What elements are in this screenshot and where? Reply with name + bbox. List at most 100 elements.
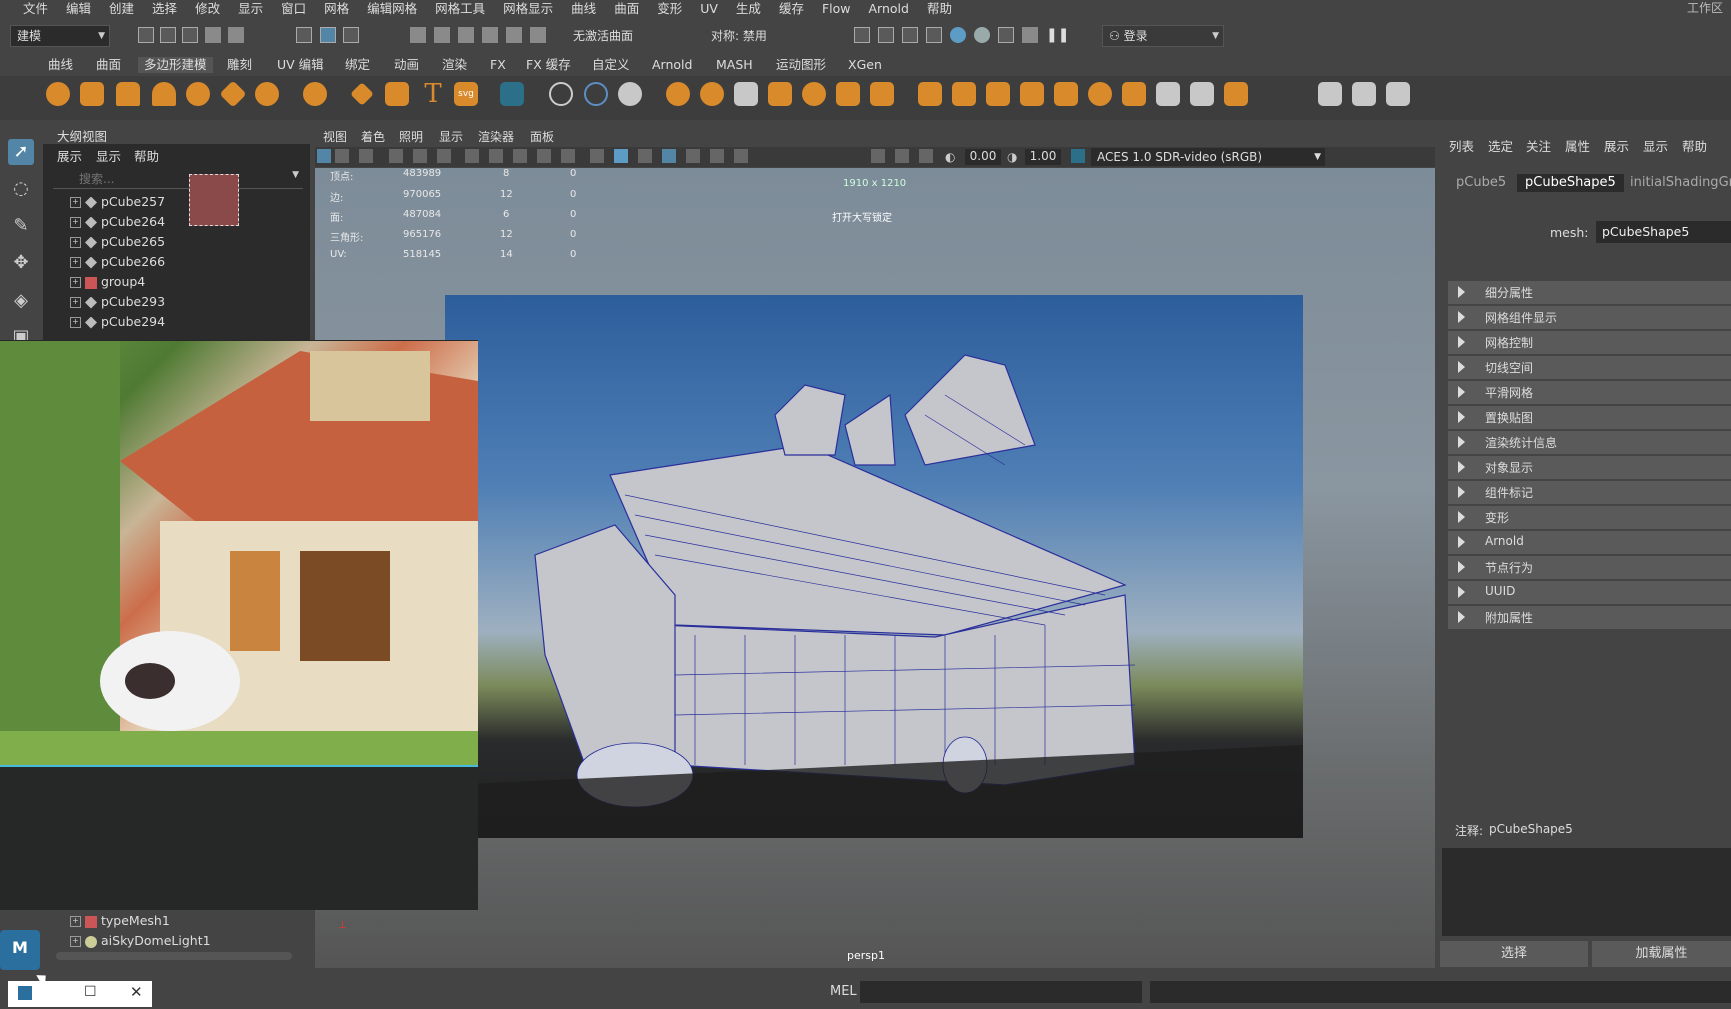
wedge-icon[interactable] bbox=[1224, 82, 1248, 106]
insert-loop-icon[interactable] bbox=[1088, 82, 1112, 106]
menu-curves[interactable]: 曲线 bbox=[562, 0, 605, 18]
outliner-item[interactable]: + typeMesh1 bbox=[70, 912, 170, 930]
move-tool-icon[interactable]: ✥ bbox=[8, 250, 34, 276]
mirror-icon[interactable] bbox=[734, 82, 758, 106]
attr-section[interactable]: 节点行为 bbox=[1448, 556, 1731, 579]
outliner-item[interactable]: + pCube257 bbox=[70, 193, 165, 211]
shelf-tab-fx-caching[interactable]: FX 缓存 bbox=[520, 57, 577, 73]
image-plane-icon[interactable] bbox=[389, 149, 403, 163]
viewport-menu-shading[interactable]: 着色 bbox=[361, 128, 385, 145]
menu-edit-mesh[interactable]: 编辑网格 bbox=[358, 0, 426, 18]
menu-arnold[interactable]: Arnold bbox=[860, 0, 918, 18]
connect-icon[interactable] bbox=[986, 82, 1010, 106]
poly-torus-icon[interactable] bbox=[186, 82, 210, 106]
menu-create[interactable]: 创建 bbox=[100, 0, 143, 18]
snap-point-icon[interactable] bbox=[458, 27, 474, 43]
xray-icon[interactable] bbox=[895, 149, 909, 163]
poly-cone-icon[interactable] bbox=[152, 82, 176, 106]
rotate-tool-icon[interactable]: ◈ bbox=[8, 288, 34, 314]
shelf-tab-curves[interactable]: 曲线 bbox=[42, 57, 79, 73]
multi-cut-icon[interactable] bbox=[918, 82, 942, 106]
attr-section[interactable]: 切线空间 bbox=[1448, 356, 1731, 379]
platonic-solid-icon[interactable] bbox=[303, 82, 327, 106]
attr-section[interactable]: 渲染统计信息 bbox=[1448, 431, 1731, 454]
viewport-menu-renderer[interactable]: 渲染器 bbox=[478, 128, 514, 145]
viewport-menu-view[interactable]: 视图 bbox=[323, 128, 347, 145]
menu-mesh[interactable]: 网格 bbox=[315, 0, 358, 18]
notes-textarea[interactable] bbox=[1442, 848, 1731, 936]
shelf-tab-arnold[interactable]: Arnold bbox=[646, 57, 698, 73]
mode-dropdown[interactable]: 建模 ▼ bbox=[10, 25, 110, 47]
menu-display[interactable]: 显示 bbox=[229, 0, 272, 18]
attr-tab-pcubeshape5[interactable]: pCubeShape5 bbox=[1517, 174, 1624, 192]
bridge-icon[interactable] bbox=[836, 82, 860, 106]
shadows-icon[interactable] bbox=[734, 149, 748, 163]
lights-icon[interactable] bbox=[710, 149, 724, 163]
wireframe-icon[interactable] bbox=[590, 149, 604, 163]
attr-section[interactable]: 细分属性 bbox=[1448, 281, 1731, 304]
poly-cube-icon[interactable] bbox=[80, 82, 104, 106]
select-button[interactable]: 选择 bbox=[1440, 941, 1588, 967]
snap-view-icon[interactable] bbox=[482, 27, 498, 43]
arnold-light-icon[interactable] bbox=[1022, 27, 1038, 43]
viewport-menu-show[interactable]: 显示 bbox=[439, 128, 463, 145]
menu-window[interactable]: 窗口 bbox=[272, 0, 315, 18]
menu-help[interactable]: 帮助 bbox=[918, 0, 961, 18]
bookmark-icon[interactable] bbox=[359, 149, 373, 163]
open-scene-icon[interactable] bbox=[160, 27, 176, 43]
attr-menu-show[interactable]: 展示 bbox=[1604, 136, 1629, 155]
live-surface-field[interactable]: 无激活曲面 bbox=[566, 25, 662, 47]
smooth-shade-icon[interactable] bbox=[614, 149, 628, 163]
camera-select-icon[interactable] bbox=[317, 149, 331, 163]
shelf-tab-surfaces[interactable]: 曲面 bbox=[90, 57, 127, 73]
poly-cylinder-icon[interactable] bbox=[116, 82, 140, 106]
svg-tool-icon[interactable]: svg bbox=[454, 82, 478, 106]
grease-pencil-icon[interactable] bbox=[437, 149, 451, 163]
outliner-horizontal-scrollbar[interactable] bbox=[56, 952, 292, 960]
menu-deform[interactable]: 变形 bbox=[648, 0, 691, 18]
expand-icon[interactable]: + bbox=[70, 317, 81, 328]
reduce-icon[interactable] bbox=[700, 82, 724, 106]
load-attributes-button[interactable]: 加载属性 bbox=[1592, 941, 1731, 967]
mel-label[interactable]: MEL bbox=[830, 984, 857, 999]
smooth-icon[interactable] bbox=[618, 82, 642, 106]
gate-mask-icon[interactable] bbox=[537, 149, 551, 163]
snap-vertex-icon[interactable] bbox=[530, 27, 546, 43]
viewport-menu-lighting[interactable]: 照明 bbox=[399, 128, 423, 145]
snap-grid-icon[interactable] bbox=[410, 27, 426, 43]
snap-surface-icon[interactable] bbox=[506, 27, 522, 43]
poke-icon[interactable] bbox=[1190, 82, 1214, 106]
menu-select[interactable]: 选择 bbox=[143, 0, 186, 18]
relax-icon[interactable] bbox=[1352, 82, 1376, 106]
attr-tab-shading-group[interactable]: initialShadingGro bbox=[1630, 174, 1731, 192]
field-chart-icon[interactable] bbox=[561, 149, 575, 163]
color-management-icon[interactable] bbox=[1071, 149, 1085, 163]
slide-edge-icon[interactable] bbox=[1156, 82, 1180, 106]
arnold-render-icon[interactable] bbox=[998, 27, 1014, 43]
menu-mesh-tools[interactable]: 网格工具 bbox=[426, 0, 494, 18]
attr-menu-display[interactable]: 显示 bbox=[1643, 136, 1668, 155]
menu-cache[interactable]: 缓存 bbox=[770, 0, 813, 18]
select-hierarchy-icon[interactable] bbox=[296, 27, 312, 43]
outliner-menu-display[interactable]: 显示 bbox=[96, 146, 121, 165]
combine-icon[interactable] bbox=[500, 82, 524, 106]
camera-attr-icon[interactable] bbox=[335, 149, 349, 163]
attr-section[interactable]: 对象显示 bbox=[1448, 456, 1731, 479]
login-dropdown[interactable]: ⚇ 登录 ▼ bbox=[1102, 25, 1224, 47]
poly-sphere-icon[interactable] bbox=[46, 82, 70, 106]
workspace-label[interactable]: 工作区 bbox=[1687, 0, 1723, 16]
extrude-icon[interactable] bbox=[768, 82, 792, 106]
select-object-icon[interactable] bbox=[320, 27, 336, 43]
shelf-tab-uv-editing[interactable]: UV 编辑 bbox=[271, 57, 330, 73]
menu-modify[interactable]: 修改 bbox=[186, 0, 229, 18]
symmetry-dropdown[interactable]: 对称: 禁用 bbox=[704, 25, 814, 47]
expand-icon[interactable]: + bbox=[70, 277, 81, 288]
snap-curve-icon[interactable] bbox=[434, 27, 450, 43]
minimized-window-tab[interactable]: ☐ ✕ bbox=[8, 981, 152, 1007]
paint-select-icon[interactable]: ✎ bbox=[8, 213, 34, 239]
attr-section[interactable]: UUID bbox=[1448, 581, 1731, 604]
exposure-field[interactable]: 0.00 bbox=[965, 149, 1001, 165]
shelf-tab-mash[interactable]: MASH bbox=[710, 57, 759, 73]
textured-icon[interactable] bbox=[686, 149, 700, 163]
target-weld-icon[interactable] bbox=[952, 82, 976, 106]
